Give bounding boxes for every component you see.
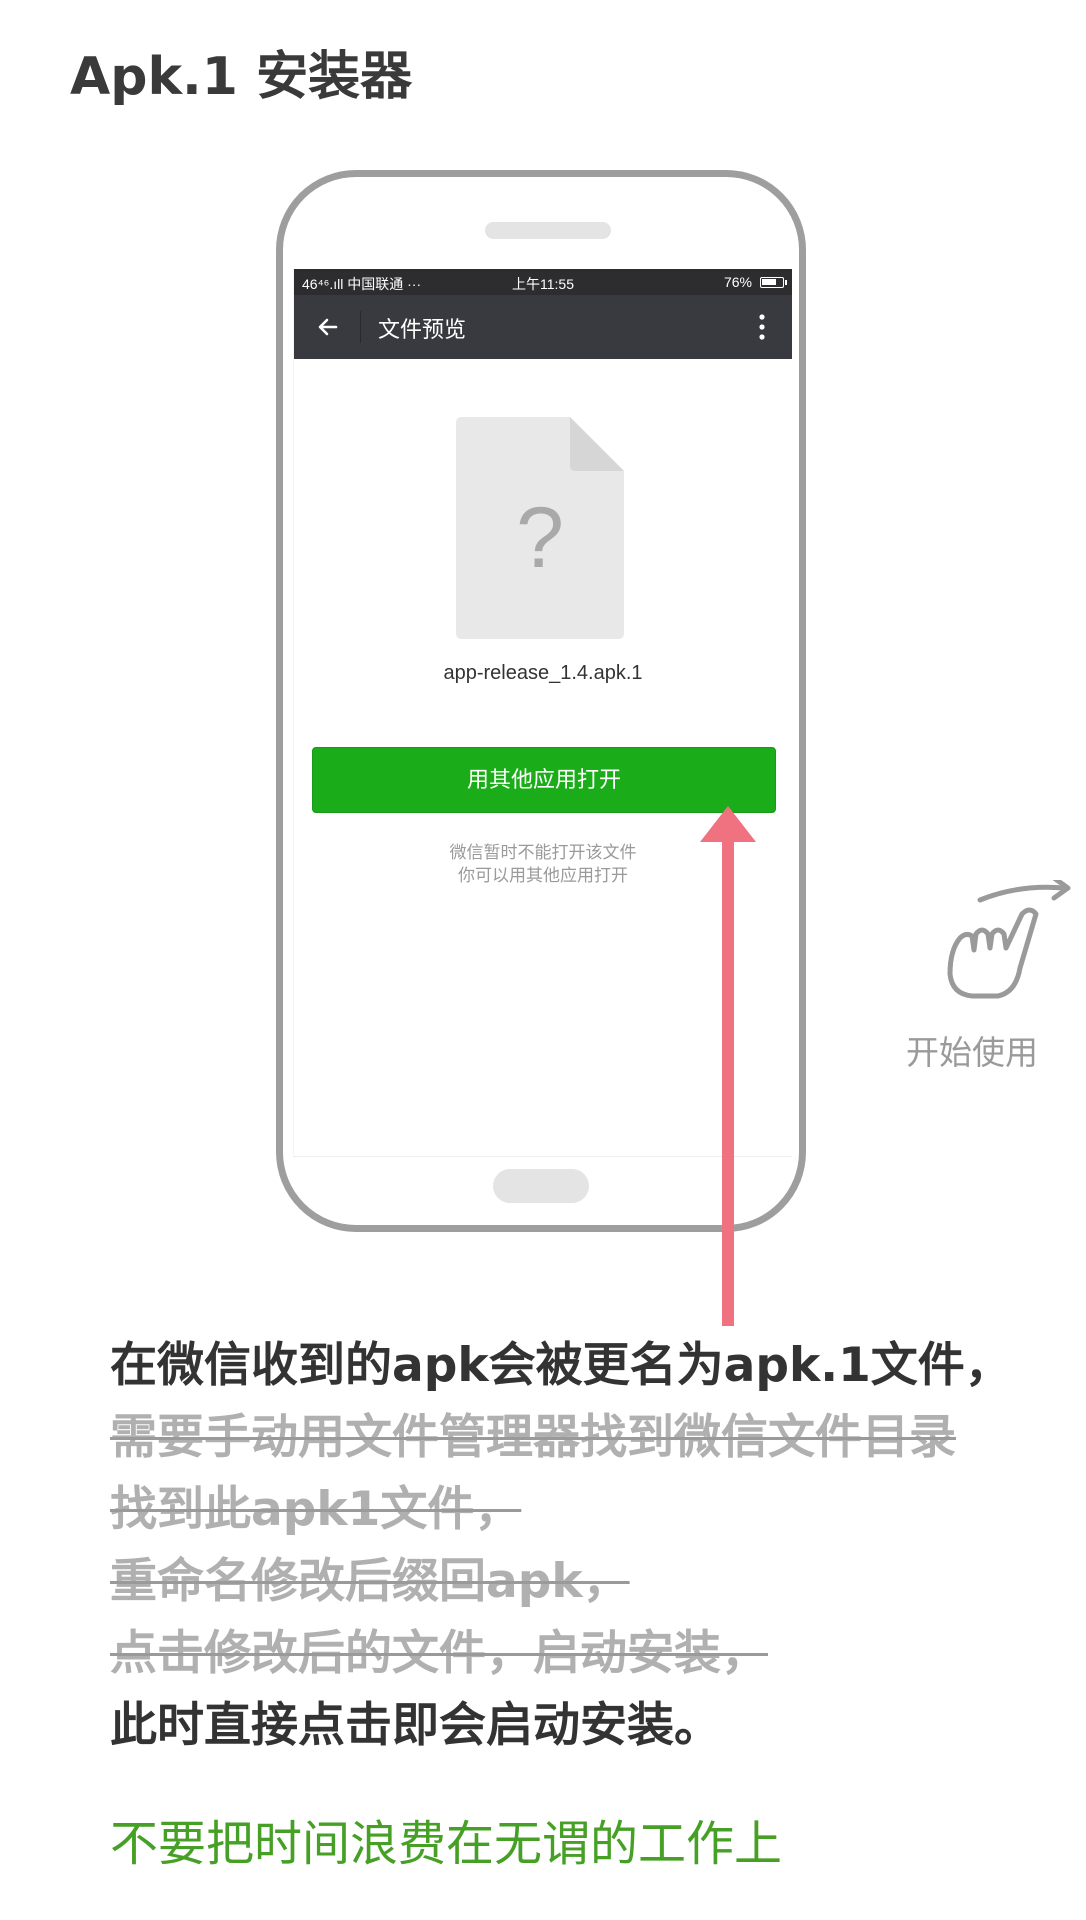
status-bar: 46⁴⁶.ıll 中国联通 ··· 上午11:55 76% <box>294 269 792 295</box>
pointer-arrow <box>700 806 756 1326</box>
file-icon-glyph: ? <box>516 490 564 586</box>
swipe-hand-icon <box>947 880 1071 999</box>
start-using-label[interactable]: 开始使用 <box>906 1026 1038 1074</box>
app-bar-divider <box>360 311 361 343</box>
instruction-caption: 在微信收到的apk会被更名为apk.1文件， 需要手动用文件管理器找到微信文件目… <box>110 1330 1012 1762</box>
battery-fill <box>762 278 776 285</box>
caption-struck-line: 重命名修改后缀回apk， <box>110 1554 630 1609</box>
unknown-file-icon: ? <box>456 417 624 639</box>
status-right: 76% <box>723 274 787 290</box>
caption-line: 此时直接点击即会启动安装。 <box>110 1698 721 1753</box>
caption-struck-line: 点击修改后的文件，启动安装， <box>110 1626 768 1681</box>
phone-home-button <box>493 1169 589 1203</box>
phone-speaker <box>485 222 611 239</box>
back-arrow-icon[interactable] <box>314 313 342 341</box>
caption-struck-line: 需要手动用文件管理器找到微信文件目录 <box>110 1410 956 1465</box>
app-bar-title: 文件预览 <box>378 318 467 343</box>
battery-percent: 76% <box>723 274 752 290</box>
caption-line: 在微信收到的apk会被更名为apk.1文件， <box>110 1338 1012 1393</box>
page-title: Apk.1 安装器 <box>70 47 413 107</box>
open-with-other-app-button[interactable]: 用其他应用打开 <box>312 747 776 813</box>
status-time: 上午11:55 <box>512 276 574 292</box>
app-bar: 文件预览 <box>294 295 792 359</box>
more-vertical-icon[interactable] <box>758 313 766 341</box>
battery-icon <box>760 276 787 288</box>
caption-struck-line: 找到此apk1文件， <box>110 1482 522 1537</box>
file-name: app-release_1.4.apk.1 <box>443 662 643 684</box>
slogan: 不要把时间浪费在无谓的工作上 <box>110 1816 783 1872</box>
